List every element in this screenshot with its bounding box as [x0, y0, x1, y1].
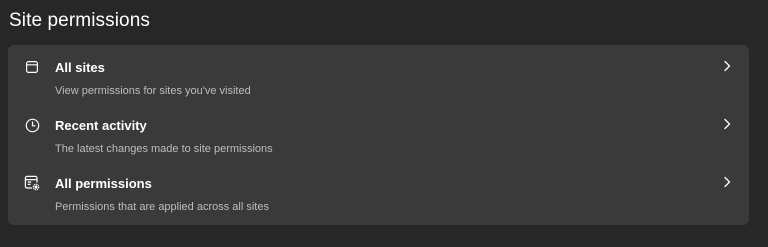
clock-icon: [24, 117, 40, 133]
permissions-card: All sites View permissions for sites you…: [8, 45, 749, 225]
site-permissions-page: Site permissions All sites View permissi…: [0, 0, 768, 247]
recent-activity-label: Recent activity: [55, 118, 147, 133]
all-sites-description: View permissions for sites you've visite…: [55, 85, 251, 97]
chevron-right-icon[interactable]: [720, 117, 734, 131]
recent-activity-description: The latest changes made to site permissi…: [55, 143, 273, 155]
browser-page-icon: [24, 59, 40, 75]
page-title: Site permissions: [9, 10, 150, 31]
all-permissions-item[interactable]: All permissions Permissions that are app…: [8, 161, 749, 219]
recent-activity-item[interactable]: Recent activity The latest changes made …: [8, 103, 749, 161]
all-permissions-description: Permissions that are applied across all …: [55, 201, 269, 213]
window-settings-icon: [24, 175, 40, 191]
chevron-right-icon[interactable]: [720, 59, 734, 73]
chevron-right-icon[interactable]: [720, 175, 734, 189]
all-permissions-label: All permissions: [55, 176, 152, 191]
all-sites-label: All sites: [55, 60, 105, 75]
all-sites-item[interactable]: All sites View permissions for sites you…: [8, 45, 749, 103]
